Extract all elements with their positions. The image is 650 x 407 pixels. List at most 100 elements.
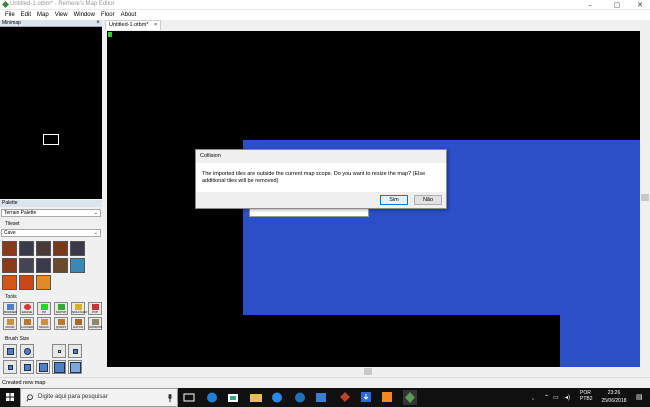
task-view-icon[interactable]	[182, 390, 196, 405]
microphone-icon[interactable]	[167, 394, 173, 402]
windows-start-icon[interactable]	[0, 388, 20, 407]
tile-item[interactable]	[36, 258, 51, 273]
horizontal-scrollbar[interactable]	[107, 367, 640, 376]
brush-size-1-button[interactable]	[52, 344, 66, 358]
tool-magic-button[interactable]: MAGIC	[37, 317, 51, 330]
palette-header: Palette	[0, 200, 102, 207]
clock-date[interactable]: 25/06/2018	[598, 398, 630, 404]
brush-size-3-button[interactable]	[3, 360, 17, 374]
tile-item[interactable]	[2, 275, 17, 290]
tool-window-button[interactable]: WINDOW	[88, 317, 102, 330]
tool-nologout-button[interactable]: NOLOGOUT	[71, 302, 89, 315]
tile-item[interactable]	[53, 241, 68, 256]
palette-selector[interactable]: Terrain Palette ⌄	[1, 209, 101, 217]
close-icon[interactable]: ✕	[630, 0, 650, 10]
tool-pz-button[interactable]: PZ	[37, 302, 51, 315]
store-icon[interactable]	[226, 390, 240, 405]
tool-door-button[interactable]: DOOR	[3, 317, 17, 330]
palette-selector-value: Terrain Palette	[4, 210, 37, 216]
tile-item[interactable]	[2, 241, 17, 256]
search-placeholder: Digite aqui para pesquisar	[38, 394, 108, 400]
menu-about[interactable]: About	[118, 10, 140, 20]
menu-view[interactable]: View	[52, 10, 71, 20]
vertical-scroll-thumb[interactable]	[641, 194, 649, 201]
chevron-down-icon: ⌄	[93, 230, 98, 236]
tool-locked-button[interactable]: LOCKED	[20, 317, 34, 330]
tab-label: Untitled-1.otbm*	[109, 22, 149, 28]
tileset-selector-value: Cave	[4, 230, 16, 236]
status-bar: Created new map	[0, 377, 650, 388]
background-dialog-edge	[249, 209, 369, 217]
yes-button[interactable]: Sim	[380, 195, 408, 205]
brush-size-7-button[interactable]	[68, 360, 82, 374]
dialog-title: Collision	[200, 153, 221, 159]
tileset-selector[interactable]: Cave ⌄	[1, 229, 101, 237]
dialog-message: The imported tiles are outside the curre…	[202, 171, 426, 184]
no-button[interactable]: Não	[414, 195, 442, 205]
menu-bar: File Edit Map View Window Floor About	[0, 10, 650, 20]
tool-erase-button[interactable]: ERASE	[20, 302, 34, 315]
horizontal-scroll-thumb[interactable]	[364, 368, 372, 375]
app-icon	[2, 1, 9, 8]
window-title: Untitled-1.otbm* - Remere's Map Editor	[10, 1, 115, 7]
dialog-body: The imported tiles are outside the curre…	[196, 163, 446, 192]
brush-size-grid	[2, 344, 92, 376]
tool-pvp-button[interactable]: PVP	[88, 302, 102, 315]
input-language[interactable]: POR PTB2	[580, 390, 596, 402]
menu-map[interactable]: Map	[34, 10, 52, 20]
minimap-viewport-rect[interactable]	[43, 134, 59, 145]
edge-icon[interactable]	[205, 390, 219, 405]
brush-size-2-button[interactable]	[68, 344, 82, 358]
tool-nopvp-button[interactable]: NOPVP	[54, 302, 68, 315]
edge-icon-2[interactable]	[270, 390, 284, 405]
maximize-icon[interactable]: ▢	[607, 0, 627, 10]
minimap-header: Minimap	[0, 20, 102, 27]
tool-hatch-button[interactable]: HATCH	[71, 317, 85, 330]
tools-label: Tools	[5, 294, 17, 300]
minimap-view[interactable]	[0, 27, 102, 199]
notification-icon[interactable]: ▤	[636, 393, 643, 401]
globe-icon[interactable]	[293, 390, 307, 405]
tray-chevron-icon[interactable]: ⌃	[544, 394, 549, 401]
title-bar: Untitled-1.otbm* - Remere's Map Editor –…	[0, 0, 650, 10]
brush-size-6-button[interactable]	[52, 360, 66, 374]
brush-circle-button[interactable]	[20, 344, 34, 358]
brush-size-5-button[interactable]	[36, 360, 50, 374]
tool-quest-button[interactable]: QUEST	[54, 317, 68, 330]
collision-dialog: Collision The imported tiles are outside…	[195, 149, 447, 209]
menu-floor[interactable]: Floor	[98, 10, 118, 20]
sublime-icon[interactable]	[380, 390, 394, 405]
tile-item[interactable]	[19, 275, 34, 290]
tab-map-file[interactable]: Untitled-1.otbm* ×	[105, 20, 161, 30]
brush-square-button[interactable]	[3, 344, 17, 358]
tile-item[interactable]	[70, 241, 85, 256]
download-icon[interactable]	[359, 390, 373, 405]
tile-item[interactable]	[36, 275, 51, 290]
tools-grid: BORDER ERASE PZ NOPVP NOLOGOUT PVP DOOR …	[2, 302, 102, 332]
folder-icon[interactable]	[249, 390, 263, 405]
tile-grid	[2, 241, 85, 291]
game-icon[interactable]	[338, 390, 352, 405]
app-window-icon[interactable]	[314, 390, 328, 405]
tile-item[interactable]	[53, 258, 68, 273]
clock-time[interactable]: 23:26	[600, 390, 628, 396]
network-icon[interactable]: ▭	[553, 394, 559, 401]
tile-item[interactable]	[19, 241, 34, 256]
menu-file[interactable]: File	[2, 10, 18, 20]
minimize-icon[interactable]: –	[580, 0, 600, 10]
menu-edit[interactable]: Edit	[18, 10, 34, 20]
tile-item[interactable]	[2, 258, 17, 273]
people-icon[interactable]: ꞈ	[532, 394, 534, 400]
minimap-close-icon[interactable]: ×	[94, 20, 102, 27]
search-icon	[26, 394, 33, 402]
menu-window[interactable]: Window	[71, 10, 98, 20]
brush-size-4-button[interactable]	[20, 360, 34, 374]
tab-bar	[103, 20, 650, 30]
tile-item[interactable]	[36, 241, 51, 256]
tile-item[interactable]	[70, 258, 85, 273]
map-editor-taskbar-icon[interactable]	[403, 390, 417, 405]
tile-item[interactable]	[19, 258, 34, 273]
tab-close-icon[interactable]: ×	[154, 22, 157, 28]
volume-icon[interactable]: ◂)	[565, 394, 570, 401]
tool-border-button[interactable]: BORDER	[3, 302, 17, 315]
